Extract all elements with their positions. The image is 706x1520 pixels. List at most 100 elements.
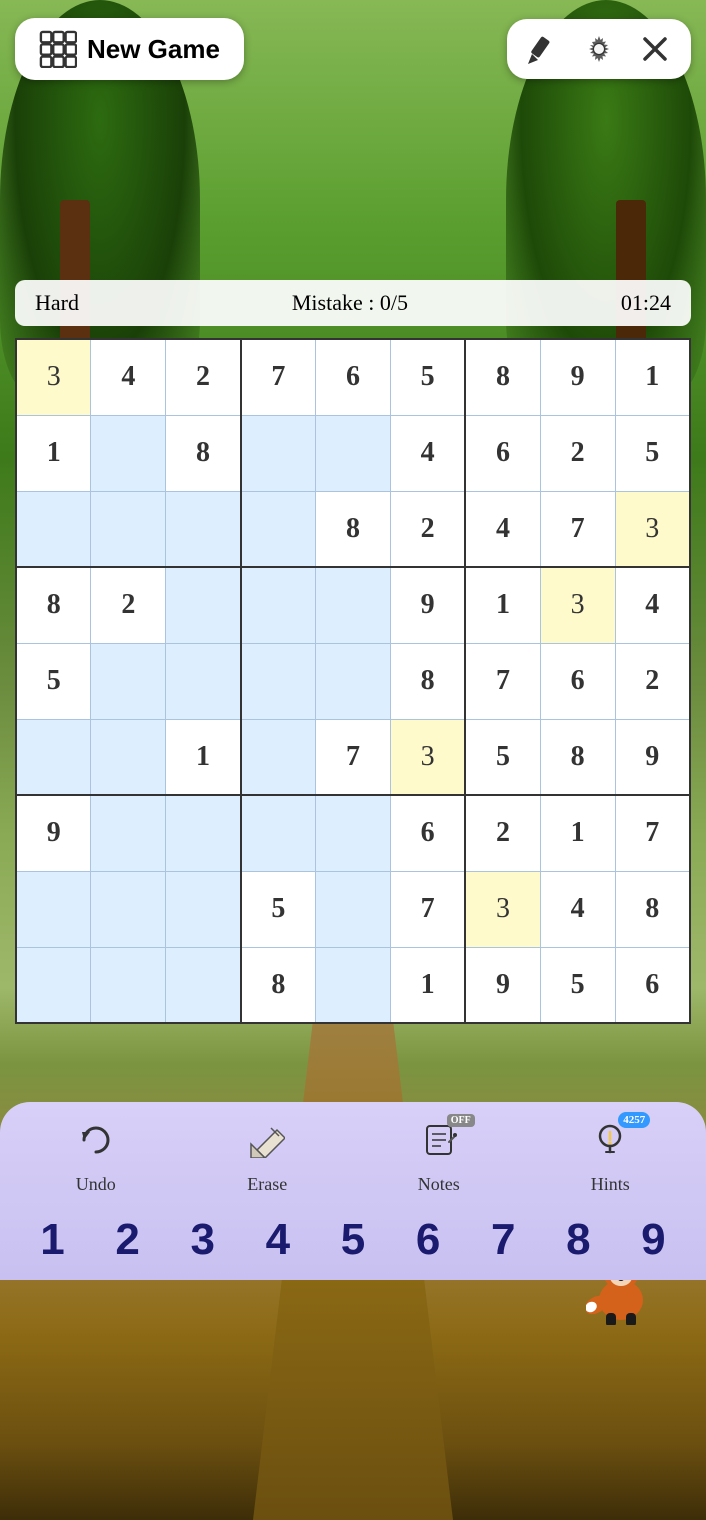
- table-row[interactable]: [241, 415, 316, 491]
- num-btn-6[interactable]: 6: [396, 1215, 461, 1265]
- table-row[interactable]: 5: [465, 719, 540, 795]
- table-row[interactable]: 4: [465, 491, 540, 567]
- table-row[interactable]: [316, 871, 391, 947]
- table-row[interactable]: 4: [540, 871, 615, 947]
- num-btn-5[interactable]: 5: [320, 1215, 385, 1265]
- num-btn-1[interactable]: 1: [20, 1215, 85, 1265]
- table-row[interactable]: 1: [390, 947, 465, 1023]
- table-row[interactable]: [16, 947, 91, 1023]
- table-row[interactable]: 9: [16, 795, 91, 871]
- table-row[interactable]: 8: [241, 947, 316, 1023]
- table-row[interactable]: [241, 567, 316, 643]
- num-btn-8[interactable]: 8: [546, 1215, 611, 1265]
- table-row[interactable]: [316, 795, 391, 871]
- sudoku-container: 3427658911846258247382913458762173589962…: [15, 338, 691, 1024]
- table-row[interactable]: 2: [91, 567, 166, 643]
- notes-tool[interactable]: OFF Notes: [399, 1122, 479, 1195]
- table-row[interactable]: [91, 871, 166, 947]
- mistake-label: Mistake : 0/5: [292, 290, 408, 316]
- table-row[interactable]: [241, 643, 316, 719]
- num-btn-7[interactable]: 7: [471, 1215, 536, 1265]
- table-row[interactable]: [316, 643, 391, 719]
- table-row[interactable]: [316, 415, 391, 491]
- table-row[interactable]: [166, 643, 241, 719]
- undo-tool[interactable]: Undo: [56, 1122, 136, 1195]
- table-row[interactable]: 6: [615, 947, 690, 1023]
- table-row[interactable]: 1: [16, 415, 91, 491]
- table-row[interactable]: 6: [540, 643, 615, 719]
- table-row[interactable]: 3: [540, 567, 615, 643]
- table-row[interactable]: 5: [241, 871, 316, 947]
- table-row[interactable]: 5: [390, 339, 465, 415]
- table-row[interactable]: [241, 491, 316, 567]
- close-button[interactable]: [635, 29, 675, 69]
- num-btn-9[interactable]: 9: [621, 1215, 686, 1265]
- table-row[interactable]: 9: [390, 567, 465, 643]
- table-row[interactable]: [16, 719, 91, 795]
- table-row[interactable]: 3: [465, 871, 540, 947]
- num-btn-2[interactable]: 2: [95, 1215, 160, 1265]
- table-row[interactable]: [241, 795, 316, 871]
- table-row[interactable]: 8: [316, 491, 391, 567]
- table-row[interactable]: [166, 567, 241, 643]
- table-row[interactable]: [166, 795, 241, 871]
- table-row[interactable]: [316, 567, 391, 643]
- table-row[interactable]: 1: [166, 719, 241, 795]
- table-row[interactable]: [91, 795, 166, 871]
- table-row[interactable]: 9: [615, 719, 690, 795]
- table-row[interactable]: 3: [390, 719, 465, 795]
- table-row[interactable]: 2: [166, 339, 241, 415]
- table-row[interactable]: 6: [465, 415, 540, 491]
- table-row[interactable]: 8: [465, 339, 540, 415]
- table-row[interactable]: 2: [465, 795, 540, 871]
- table-row[interactable]: 1: [540, 795, 615, 871]
- table-row[interactable]: 5: [16, 643, 91, 719]
- table-row[interactable]: 7: [465, 643, 540, 719]
- table-row[interactable]: 8: [390, 643, 465, 719]
- num-btn-3[interactable]: 3: [170, 1215, 235, 1265]
- table-row[interactable]: [316, 947, 391, 1023]
- table-row[interactable]: [91, 643, 166, 719]
- table-row[interactable]: 7: [241, 339, 316, 415]
- table-row[interactable]: 6: [390, 795, 465, 871]
- table-row[interactable]: [91, 719, 166, 795]
- table-row[interactable]: [16, 871, 91, 947]
- erase-tool[interactable]: Erase: [227, 1122, 307, 1195]
- table-row[interactable]: 5: [540, 947, 615, 1023]
- table-row[interactable]: 2: [540, 415, 615, 491]
- table-row[interactable]: [166, 947, 241, 1023]
- table-row[interactable]: 4: [91, 339, 166, 415]
- table-row[interactable]: [166, 491, 241, 567]
- paint-button[interactable]: [523, 29, 563, 69]
- table-row[interactable]: 3: [16, 339, 91, 415]
- table-row[interactable]: 4: [615, 567, 690, 643]
- table-row[interactable]: 6: [316, 339, 391, 415]
- table-row[interactable]: 8: [16, 567, 91, 643]
- hints-tool[interactable]: 4257 Hints: [570, 1122, 650, 1195]
- table-row[interactable]: 4: [390, 415, 465, 491]
- table-row[interactable]: 2: [615, 643, 690, 719]
- table-row[interactable]: 7: [540, 491, 615, 567]
- table-row[interactable]: [91, 947, 166, 1023]
- table-row[interactable]: [91, 415, 166, 491]
- table-row[interactable]: 1: [615, 339, 690, 415]
- num-btn-4[interactable]: 4: [245, 1215, 310, 1265]
- table-row[interactable]: 5: [615, 415, 690, 491]
- table-row[interactable]: [241, 719, 316, 795]
- table-row[interactable]: 9: [465, 947, 540, 1023]
- table-row[interactable]: 8: [615, 871, 690, 947]
- settings-button[interactable]: [579, 29, 619, 69]
- table-row[interactable]: 2: [390, 491, 465, 567]
- table-row[interactable]: 9: [540, 339, 615, 415]
- table-row[interactable]: 1: [465, 567, 540, 643]
- table-row[interactable]: 8: [166, 415, 241, 491]
- table-row[interactable]: 7: [390, 871, 465, 947]
- table-row[interactable]: [91, 491, 166, 567]
- table-row[interactable]: 3: [615, 491, 690, 567]
- table-row[interactable]: 7: [615, 795, 690, 871]
- new-game-button[interactable]: New Game: [15, 18, 244, 80]
- table-row[interactable]: [16, 491, 91, 567]
- table-row[interactable]: [166, 871, 241, 947]
- table-row[interactable]: 8: [540, 719, 615, 795]
- table-row[interactable]: 7: [316, 719, 391, 795]
